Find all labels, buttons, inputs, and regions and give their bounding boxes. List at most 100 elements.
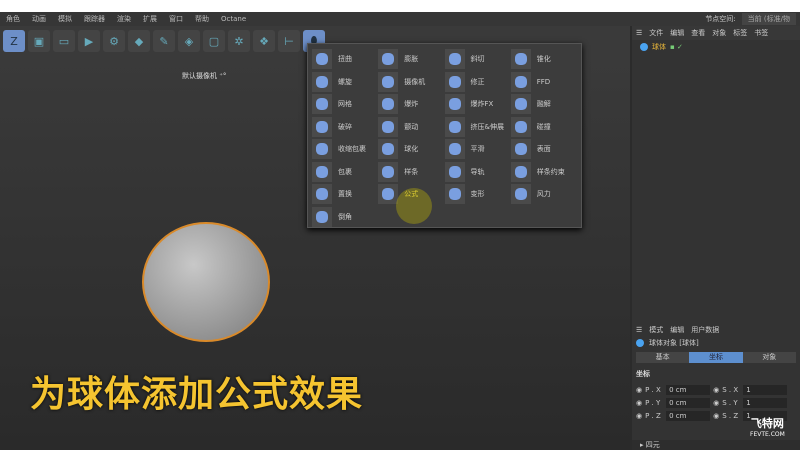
- pos-field[interactable]: 0 cm: [666, 384, 711, 395]
- caption: 为球体添加公式效果: [30, 374, 364, 415]
- deformer-icon: [378, 49, 399, 70]
- radio-icon[interactable]: ◉: [636, 399, 642, 407]
- deformer-item[interactable]: 倒角: [312, 206, 378, 229]
- sphere-object[interactable]: [142, 222, 270, 342]
- deformer-label: 碰撞: [536, 122, 551, 131]
- deformer-item[interactable]: 锥化: [510, 48, 577, 71]
- deformer-item[interactable]: 变形: [444, 183, 511, 206]
- cloner-icon[interactable]: ✲: [228, 30, 250, 52]
- deformer-label: 风力: [536, 190, 551, 199]
- extrude-icon[interactable]: ▢: [203, 30, 225, 52]
- deformer-item[interactable]: 表面: [510, 138, 577, 161]
- scale-field[interactable]: 1: [743, 384, 788, 395]
- render-region-icon[interactable]: ▭: [53, 30, 75, 52]
- deformer-item[interactable]: 样条: [378, 161, 444, 184]
- node-space-select[interactable]: 当前 (标准/物: [741, 13, 796, 25]
- pos-field[interactable]: 0 cm: [666, 397, 711, 408]
- deformer-icon: [510, 116, 531, 137]
- radio-icon[interactable]: ◉: [713, 386, 719, 394]
- deformer-item[interactable]: 爆炸FX: [444, 93, 511, 116]
- deformer-item[interactable]: 样条约束: [510, 161, 577, 184]
- pos-field[interactable]: 0 cm: [666, 410, 711, 421]
- tab-basic[interactable]: 基本: [636, 352, 690, 363]
- deformer-item[interactable]: 摄像机: [378, 71, 444, 94]
- tab-coord[interactable]: 坐标: [689, 352, 743, 363]
- scale-field[interactable]: 1: [743, 397, 788, 408]
- menu-character[interactable]: 角色: [6, 14, 20, 24]
- deformer-icon: [378, 139, 399, 160]
- om-tags[interactable]: 标签: [733, 28, 747, 38]
- quaternion-section[interactable]: ▸ 四元: [632, 440, 800, 450]
- mograph-icon[interactable]: ❖: [253, 30, 275, 52]
- om-bookmarks[interactable]: 书签: [754, 28, 768, 38]
- deformer-item[interactable]: 置换: [312, 183, 378, 206]
- deformer-item[interactable]: 扭曲: [312, 48, 378, 71]
- deformer-item[interactable]: FFD: [510, 71, 577, 94]
- menu-animation[interactable]: 动画: [32, 14, 46, 24]
- om-edit[interactable]: 编辑: [670, 28, 684, 38]
- menu-help[interactable]: 帮助: [195, 14, 209, 24]
- deformer-item[interactable]: 球化: [378, 138, 444, 161]
- radio-icon[interactable]: ◉: [713, 399, 719, 407]
- om-view[interactable]: 查看: [691, 28, 705, 38]
- check-icon[interactable]: ▪ ✓: [670, 43, 683, 51]
- menu-icon[interactable]: ☰: [636, 326, 642, 334]
- radio-icon[interactable]: ◉: [636, 386, 642, 394]
- watermark-logo: 飞特网: [750, 417, 784, 430]
- deformer-icon: [378, 71, 399, 92]
- render-settings-icon[interactable]: ⚙: [103, 30, 125, 52]
- deformer-item[interactable]: 挤压&伸展: [444, 116, 511, 139]
- pos-label: P . Y: [645, 398, 661, 407]
- deformer-icon: [444, 116, 465, 137]
- deformer-item[interactable]: 膨胀: [378, 48, 444, 71]
- deformer-item[interactable]: 导轨: [444, 161, 511, 184]
- deformer-item[interactable]: 碰撞: [510, 116, 577, 139]
- deformer-icon: [510, 94, 531, 115]
- om-file[interactable]: 文件: [649, 28, 663, 38]
- deformer-icon: [510, 184, 531, 205]
- deformer-icon: [444, 139, 465, 160]
- menu-tracker[interactable]: 跟踪器: [84, 14, 105, 24]
- deformer-item[interactable]: 爆炸: [378, 93, 444, 116]
- undo-view-icon[interactable]: Z: [3, 30, 25, 52]
- pen-icon[interactable]: ✎: [153, 30, 175, 52]
- deformer-icon: [312, 116, 332, 137]
- deformer-item[interactable]: 颤动: [378, 116, 444, 139]
- menu-extensions[interactable]: 扩展: [143, 14, 157, 24]
- om-object[interactable]: 对象: [712, 28, 726, 38]
- deformer-item[interactable]: 包裹: [312, 161, 378, 184]
- object-row-sphere[interactable]: 球体 ▪ ✓: [632, 40, 800, 54]
- radio-icon[interactable]: ◉: [713, 412, 719, 420]
- am-mode[interactable]: 模式: [649, 325, 663, 335]
- deformer-item[interactable]: 网格: [312, 93, 378, 116]
- deformer-label: 球化: [404, 145, 419, 154]
- tab-object[interactable]: 对象: [742, 352, 796, 363]
- am-userdata[interactable]: 用户数据: [691, 325, 719, 335]
- deformer-label: 螺旋: [338, 77, 352, 86]
- cube-icon[interactable]: ◆: [128, 30, 150, 52]
- deformer-label: 导轨: [470, 167, 485, 176]
- deformer-label: 融解: [536, 100, 551, 109]
- subdivision-icon[interactable]: ◈: [178, 30, 200, 52]
- menu-render[interactable]: 渲染: [117, 14, 131, 24]
- menu-window[interactable]: 窗口: [169, 14, 183, 24]
- field-icon[interactable]: ⊢: [278, 30, 300, 52]
- deformer-icon: [312, 49, 332, 70]
- menu-icon[interactable]: ☰: [636, 29, 642, 37]
- coord-row: ◉ P . Y0 cm ◉ S . Y1: [632, 396, 800, 409]
- am-edit[interactable]: 编辑: [670, 325, 684, 335]
- deformer-icon: [312, 139, 332, 160]
- deformer-item[interactable]: 破碎: [312, 116, 378, 139]
- deformer-item[interactable]: 平滑: [444, 138, 511, 161]
- deformer-item[interactable]: 修正: [444, 71, 511, 94]
- deformer-item[interactable]: 风力: [510, 183, 577, 206]
- coordinate-icon[interactable]: ▣: [28, 30, 50, 52]
- deformer-item[interactable]: 融解: [510, 93, 577, 116]
- menu-octane[interactable]: Octane: [221, 15, 246, 23]
- deformer-item[interactable]: 螺旋: [312, 71, 378, 94]
- deformer-item[interactable]: 斜切: [444, 48, 511, 71]
- render-view-icon[interactable]: ▶: [78, 30, 100, 52]
- deformer-item[interactable]: 收缩包裹: [312, 138, 378, 161]
- menu-simulate[interactable]: 模拟: [58, 14, 72, 24]
- radio-icon[interactable]: ◉: [636, 412, 642, 420]
